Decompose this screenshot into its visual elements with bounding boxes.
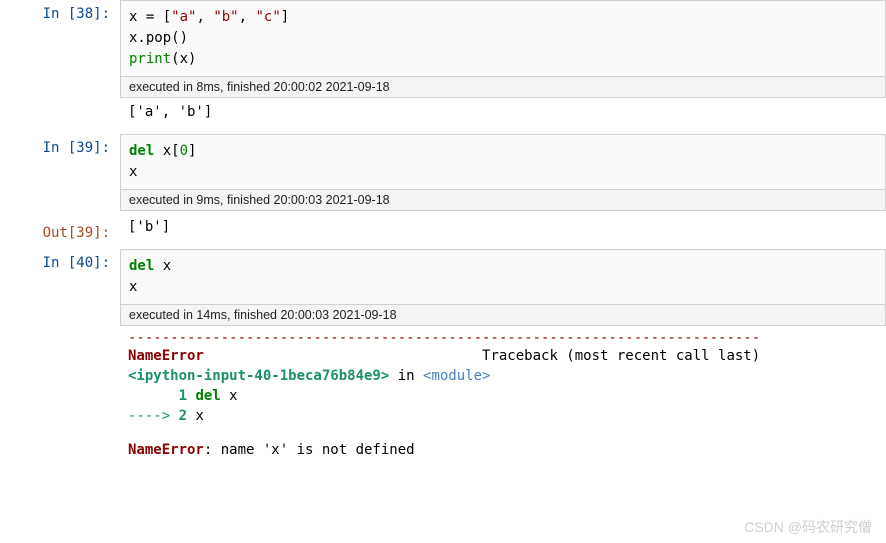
cell-body-40: del x x executed in 14ms, finished 20:00… [120,249,886,460]
timing-40: executed in 14ms, finished 20:00:03 2021… [120,305,886,326]
out-value-39: ['b'] [120,219,886,241]
in-prompt-38: In [38]: [0,0,120,126]
out-prompt-39: Out[39]: [0,219,120,241]
cell-39: In [39]: del x[0] x executed in 9ms, fin… [0,134,886,211]
timing-39: executed in 9ms, finished 20:00:03 2021-… [120,190,886,211]
error-name-final: NameError [128,442,204,458]
traceback-header: NameError Traceback (most recent call la… [120,346,886,366]
traceback-label: Traceback (most recent call last) [482,348,760,364]
cell-40: In [40]: del x x executed in 14ms, finis… [0,249,886,460]
ipython-input-ref: <ipython-input-40-1beca76b84e9> [128,368,389,384]
out-body-39: ['b'] [120,219,886,241]
in-prompt-39: In [39]: [0,134,120,211]
traceback-line-1: 1 del x [120,386,886,406]
traceback-line-2: ----> 2 x [120,406,886,426]
module-ref: <module> [423,368,490,384]
cell-body-39: del x[0] x executed in 9ms, finished 20:… [120,134,886,211]
timing-38: executed in 8ms, finished 20:00:02 2021-… [120,77,886,98]
cell-38: In [38]: x = ["a", "b", "c"] x.pop() pri… [0,0,886,126]
stdout-38: ['a', 'b'] [120,98,886,126]
in-prompt-40: In [40]: [0,249,120,460]
out-row-39: Out[39]: ['b'] [0,219,886,241]
arrow-icon: ----> [128,408,179,424]
traceback-location: <ipython-input-40-1beca76b84e9> in <modu… [120,366,886,386]
watermark: CSDN @码农研究僧 [744,517,872,537]
error-name: NameError [128,348,204,364]
code-input-40[interactable]: del x x [120,249,886,305]
code-input-39[interactable]: del x[0] x [120,134,886,190]
traceback-divider: ----------------------------------------… [120,326,886,346]
traceback-final: NameError: name 'x' is not defined [120,440,886,460]
cell-body-38: x = ["a", "b", "c"] x.pop() print(x) exe… [120,0,886,126]
error-message: : name 'x' is not defined [204,442,415,458]
code-input-38[interactable]: x = ["a", "b", "c"] x.pop() print(x) [120,0,886,77]
